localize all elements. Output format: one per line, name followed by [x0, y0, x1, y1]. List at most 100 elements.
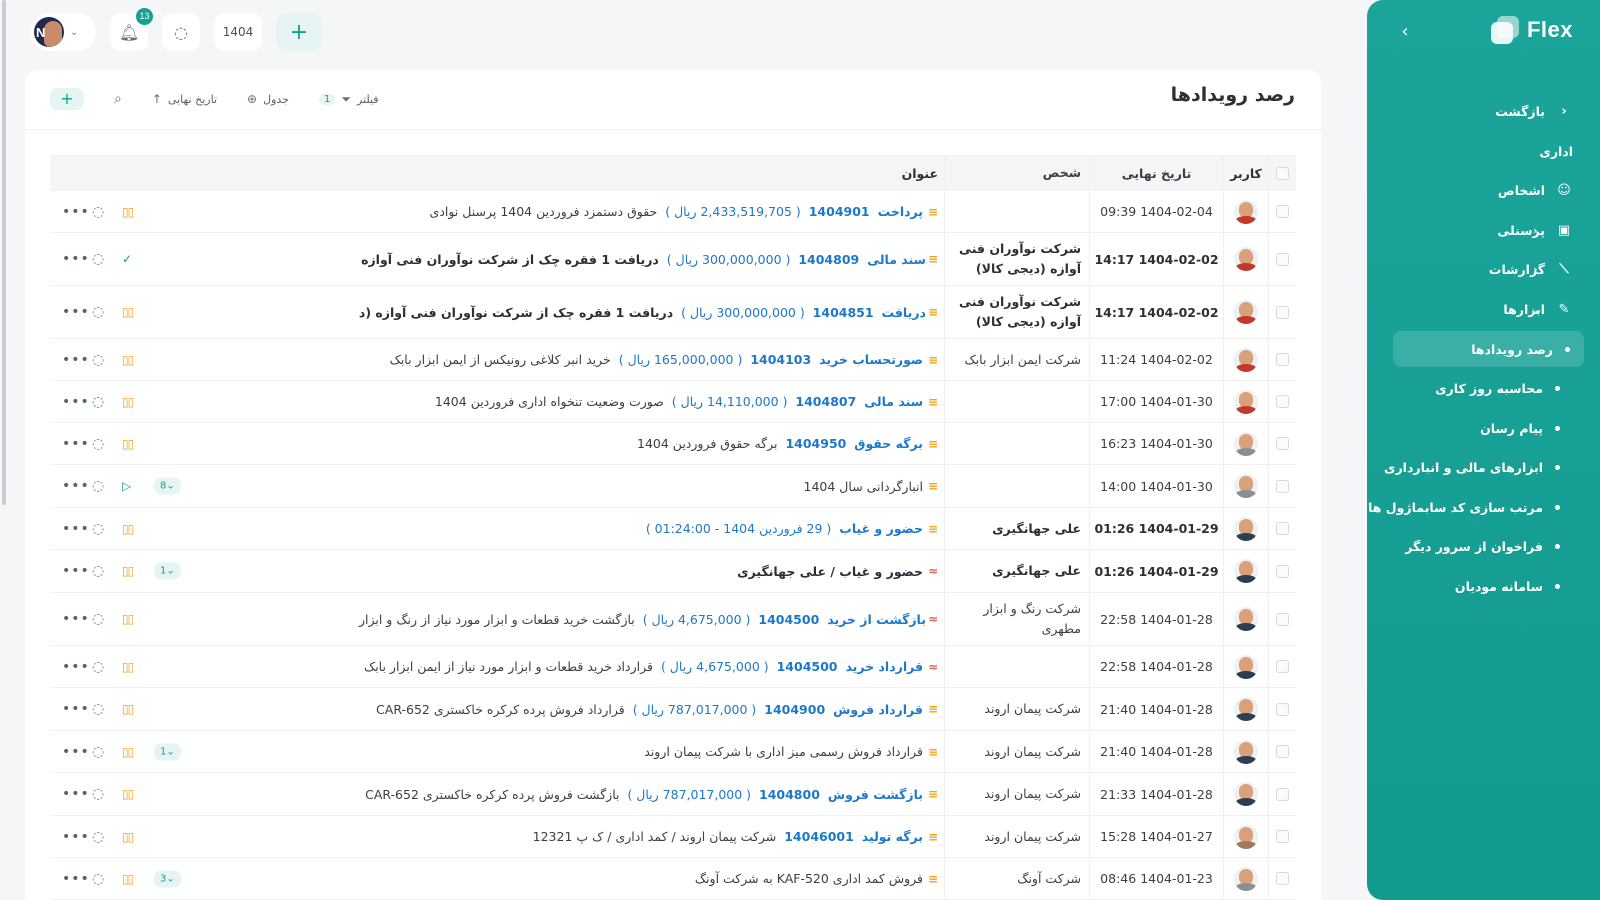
table-row[interactable]: 1404-01-30 16:23 ≡ برگه حقوق 1404950 برگه … — [50, 423, 1296, 465]
more-dots-icon[interactable]: ••• — [62, 521, 90, 537]
table-row[interactable]: 1404-01-29 01:26 علی جهانگیری ≡ حضور و غیاب… — [50, 508, 1296, 550]
sidebar-item[interactable]: ✎ ابزارها ⌄ — [1367, 290, 1600, 330]
row-checkbox[interactable] — [1276, 205, 1289, 218]
more-dots-icon[interactable]: ••• — [62, 251, 90, 267]
chat-bubble-icon[interactable]: ◌ — [92, 871, 104, 887]
table-row[interactable]: 1404-01-30 17:00 ≡ سند مالی 1404807 ( 14,1… — [50, 381, 1296, 423]
pause-icon[interactable]: ▯▯ — [122, 437, 134, 451]
chat-bubble-icon[interactable]: ◌ — [92, 436, 104, 452]
title-cell[interactable]: ≡ صورتحساب خرید 1404103 ( 165,000,000 ریا… — [358, 339, 944, 380]
document-number[interactable]: 14046001 — [784, 829, 854, 844]
title-cell[interactable]: ≈ قرارداد خرید 1404500 ( 4,675,000 ریال )… — [358, 646, 944, 687]
subitems-count-badge[interactable]: 1⌄ — [154, 562, 181, 580]
document-number[interactable]: 1404809 — [798, 252, 859, 267]
document-number[interactable]: 1404851 — [813, 305, 874, 320]
chat-bubble-icon[interactable]: ◌ — [92, 478, 104, 494]
document-number[interactable]: 1404950 — [785, 436, 846, 451]
page-scrollbar-thumb[interactable] — [2, 0, 6, 505]
title-cell[interactable]: ≡ دریافت 1404851 ( 300,000,000 ریال ) دری… — [358, 286, 944, 338]
filter-button[interactable]: فیلتر ⏷ 1 — [318, 92, 379, 107]
sidebar-item[interactable]: ⟋ گزارشات ‹ — [1367, 250, 1600, 290]
title-cell[interactable]: ≡ سند مالی 1404809 ( 300,000,000 ریال ) د… — [358, 233, 944, 285]
more-dots-icon[interactable]: ••• — [62, 611, 90, 627]
play-icon[interactable]: ▷ — [122, 479, 131, 493]
row-checkbox[interactable] — [1276, 305, 1289, 319]
title-cell[interactable]: ≡ پرداخت 1404901 ( 2,433,519,705 ریال ) ح… — [358, 191, 944, 232]
sidebar-item[interactable]: ‹ بازگشت — [1367, 92, 1600, 132]
header-date[interactable]: تاریخ نهایی — [1089, 156, 1223, 190]
more-dots-icon[interactable]: ••• — [62, 478, 90, 494]
event-kind-link[interactable]: بازگشت از خرید — [827, 612, 926, 627]
row-checkbox[interactable] — [1276, 612, 1289, 626]
row-checkbox[interactable] — [1276, 702, 1289, 716]
check-icon[interactable]: ✓ — [122, 252, 132, 266]
title-cell[interactable]: ≈ بازگشت از خرید 1404500 ( 4,675,000 ریال… — [358, 593, 944, 645]
notifications-button[interactable]: 🔔︎ 13 — [110, 8, 153, 51]
more-dots-icon[interactable]: ••• — [62, 701, 90, 717]
row-checkbox[interactable] — [1276, 745, 1289, 758]
pause-icon[interactable]: ▯▯ — [122, 830, 134, 844]
title-cell[interactable]: ≡ حضور و غیاب ( 29 فروردین 1404 - 01:24:0… — [358, 508, 944, 549]
more-dots-icon[interactable]: ••• — [62, 204, 90, 220]
more-dots-icon[interactable]: ••• — [62, 871, 90, 887]
sort-button[interactable]: تاریخ نهایی ↑ — [152, 92, 217, 106]
title-cell[interactable]: ≡ سند مالی 1404807 ( 14,110,000 ریال ) صو… — [358, 381, 944, 422]
sidebar-item[interactable]: مرتب سازی کد سابماژول ها — [1367, 488, 1600, 528]
document-number[interactable]: 1404901 — [809, 204, 870, 219]
row-checkbox[interactable] — [1276, 564, 1289, 578]
title-cell[interactable]: ≈ حضور و غیاب / علی جهانگیری — [358, 550, 944, 592]
document-number[interactable]: 1404500 — [777, 659, 838, 674]
chat-bubble-icon[interactable]: ◌ — [92, 204, 104, 220]
row-checkbox[interactable] — [1276, 660, 1289, 673]
pause-icon[interactable]: ▯▯ — [122, 702, 134, 716]
more-dots-icon[interactable]: ••• — [62, 829, 90, 845]
row-checkbox[interactable] — [1276, 437, 1289, 450]
table-row[interactable]: 1404-01-27 15:28 شرکت پیمان اروند ≡ برگه تو… — [50, 816, 1296, 858]
chat-bubble-icon[interactable]: ◌ — [92, 829, 104, 845]
table-row[interactable]: 1404-01-30 14:00 ≡ انبارگردانی سال 1404 •••… — [50, 465, 1296, 508]
pause-icon[interactable]: ▯▯ — [122, 205, 134, 219]
title-cell[interactable]: ≡ انبارگردانی سال 1404 — [358, 465, 944, 507]
chat-bubble-icon[interactable]: ◌ — [92, 251, 104, 267]
collapse-sidebar-button[interactable]: › — [1395, 20, 1415, 44]
table-row[interactable]: 1404-01-28 21:40 شرکت پیمان اروند ≡ قرارداد… — [50, 688, 1296, 731]
event-kind-link[interactable]: برگه تولید — [862, 829, 923, 844]
chat-bubble-icon[interactable]: ◌ — [92, 394, 104, 410]
title-cell[interactable]: ≡ بازگشت فروش 1404800 ( 787,017,000 ریال … — [358, 773, 944, 815]
pause-icon[interactable]: ▯▯ — [122, 612, 134, 626]
row-checkbox[interactable] — [1276, 830, 1289, 843]
user-menu[interactable]: N ⌄ — [30, 13, 96, 51]
pause-icon[interactable]: ▯▯ — [122, 395, 134, 409]
row-checkbox[interactable] — [1276, 395, 1289, 408]
event-kind-link[interactable]: قرارداد خرید — [845, 659, 923, 674]
event-kind-link[interactable]: برگه حقوق — [854, 436, 923, 451]
header-user[interactable]: کاربر — [1223, 156, 1268, 190]
row-checkbox[interactable] — [1276, 787, 1289, 801]
event-kind-link[interactable]: بازگشت فروش — [828, 787, 923, 802]
title-cell[interactable]: ≡ قرارداد فروش رسمی میز اداری با شرکت پیم… — [358, 731, 944, 772]
table-row[interactable]: 1404-01-28 21:33 شرکت پیمان اروند ≡ بازگشت … — [50, 773, 1296, 816]
messages-button[interactable]: ◌ — [162, 13, 200, 51]
more-dots-icon[interactable]: ••• — [62, 744, 90, 760]
event-kind-link[interactable]: صورتحساب خرید — [819, 352, 923, 367]
row-checkbox[interactable] — [1276, 522, 1289, 535]
event-kind-link[interactable]: سند مالی — [867, 252, 926, 267]
sidebar-item[interactable]: ☺ اشخاص — [1367, 171, 1600, 211]
row-checkbox[interactable] — [1276, 479, 1289, 493]
sidebar-item[interactable]: ابزارهای مالی و انبارداری — [1367, 448, 1600, 488]
event-kind-link[interactable]: حضور و غیاب — [839, 521, 923, 536]
event-kind-link[interactable]: قرارداد فروش — [833, 702, 923, 717]
add-event-button[interactable]: + — [50, 88, 84, 110]
view-button[interactable]: جدول ⊕ — [247, 92, 289, 106]
document-number[interactable]: 1404800 — [759, 787, 820, 802]
more-dots-icon[interactable]: ••• — [62, 394, 90, 410]
subitems-count-badge[interactable]: 3⌄ — [154, 870, 181, 887]
sidebar-item[interactable]: پیام رسان — [1367, 409, 1600, 449]
document-number[interactable]: 1404500 — [758, 612, 819, 627]
table-row[interactable]: 1404-02-02 14:17 شرکت نوآوران فنی آوازه (… — [50, 233, 1296, 286]
document-number[interactable]: 1404103 — [750, 352, 811, 367]
chat-bubble-icon[interactable]: ◌ — [92, 786, 104, 802]
title-cell[interactable]: ≡ قرارداد فروش 1404900 ( 787,017,000 ریال… — [358, 688, 944, 730]
row-checkbox[interactable] — [1276, 252, 1289, 266]
table-row[interactable]: 1404-01-28 22:58 ≈ قرارداد خرید 1404500 ( … — [50, 646, 1296, 688]
